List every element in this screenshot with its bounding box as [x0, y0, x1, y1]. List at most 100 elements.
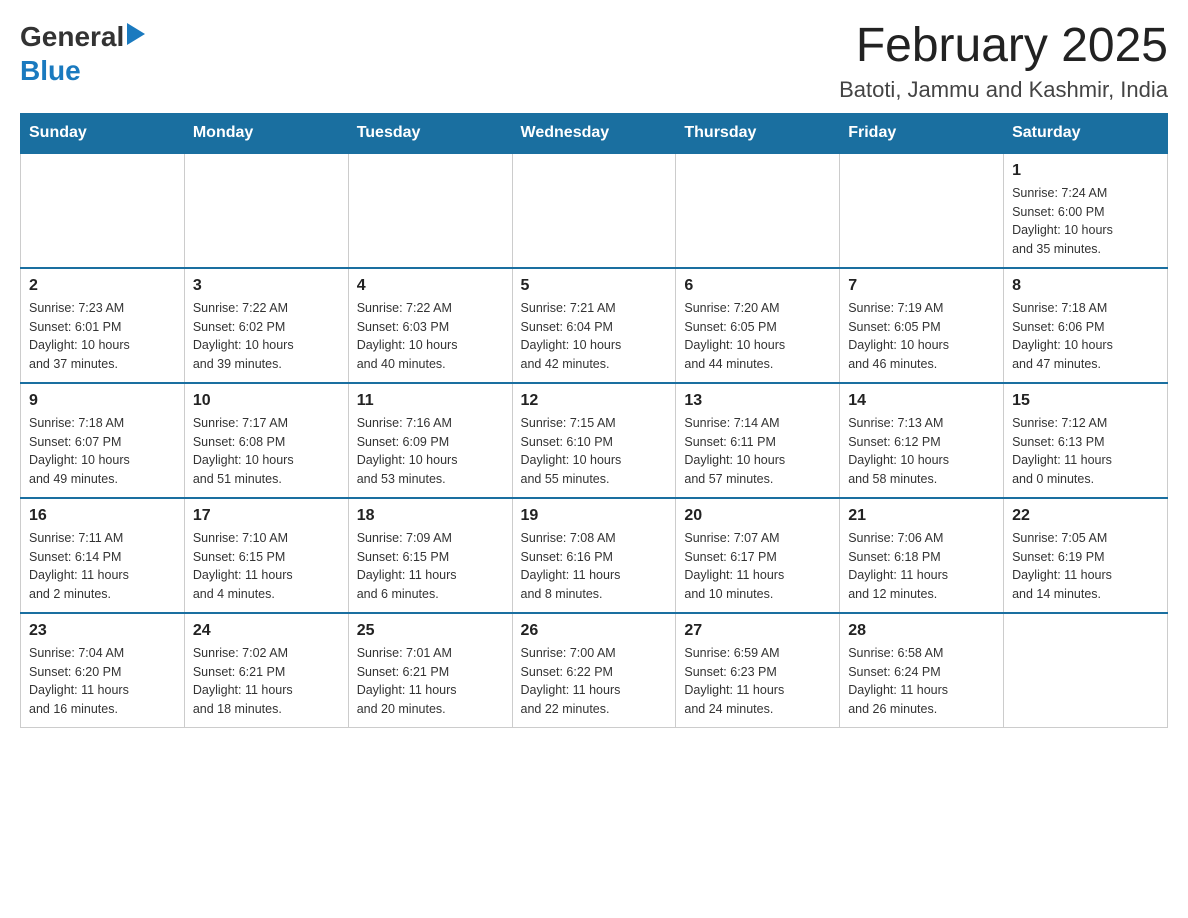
calendar-day-cell: 2 Sunrise: 7:23 AM Sunset: 6:01 PM Daylig…: [21, 268, 185, 383]
day-number: 20: [684, 507, 831, 525]
calendar-day-cell: 8Sunrise: 7:18 AM Sunset: 6:06 PM Daylig…: [1004, 268, 1168, 383]
day-info: Sunrise: 7:23 AM Sunset: 6:01 PM Dayligh…: [29, 299, 176, 374]
day-number: 11: [357, 392, 504, 410]
calendar-day-cell: 26 Sunrise: 7:00 AM Sunset: 6:22 PM Dayli…: [512, 613, 676, 728]
logo-blue-text: Blue: [20, 55, 81, 86]
day-info: Sunrise: 6:58 AM Sunset: 6:24 PM Dayligh…: [848, 644, 995, 719]
day-of-week-header: Tuesday: [348, 113, 512, 153]
day-info: Sunrise: 7:22 AM Sunset: 6:03 PM Dayligh…: [357, 299, 504, 374]
day-info: Sunrise: 7:24 AM Sunset: 6:00 PM Dayligh…: [1012, 184, 1159, 259]
calendar-week-row: 1 Sunrise: 7:24 AM Sunset: 6:00 PM Daylig…: [21, 153, 1168, 268]
day-number: 5: [521, 277, 668, 295]
calendar-week-row: 23Sunrise: 7:04 AM Sunset: 6:20 PM Dayli…: [21, 613, 1168, 728]
day-info: Sunrise: 7:05 AM Sunset: 6:19 PM Dayligh…: [1012, 529, 1159, 604]
day-number: 3: [193, 277, 340, 295]
calendar-day-cell: 4 Sunrise: 7:22 AM Sunset: 6:03 PM Daylig…: [348, 268, 512, 383]
calendar-day-cell: 9 Sunrise: 7:18 AM Sunset: 6:07 PM Daylig…: [21, 383, 185, 498]
day-number: 13: [684, 392, 831, 410]
calendar-day-cell: [21, 153, 185, 268]
day-number: 16: [29, 507, 176, 525]
day-info: Sunrise: 7:17 AM Sunset: 6:08 PM Dayligh…: [193, 414, 340, 489]
calendar-table: SundayMondayTuesdayWednesdayThursdayFrid…: [20, 113, 1168, 728]
calendar-day-cell: 19 Sunrise: 7:08 AM Sunset: 6:16 PM Dayli…: [512, 498, 676, 613]
day-number: 7: [848, 277, 995, 295]
calendar-day-cell: 6 Sunrise: 7:20 AM Sunset: 6:05 PM Daylig…: [676, 268, 840, 383]
day-info: Sunrise: 7:00 AM Sunset: 6:22 PM Dayligh…: [521, 644, 668, 719]
day-number: 27: [684, 622, 831, 640]
day-info: Sunrise: 7:12 AM Sunset: 6:13 PM Dayligh…: [1012, 414, 1159, 489]
calendar-day-cell: 15 Sunrise: 7:12 AM Sunset: 6:13 PM Dayli…: [1004, 383, 1168, 498]
day-number: 12: [521, 392, 668, 410]
day-info: Sunrise: 7:16 AM Sunset: 6:09 PM Dayligh…: [357, 414, 504, 489]
day-of-week-header: Wednesday: [512, 113, 676, 153]
day-info: Sunrise: 7:21 AM Sunset: 6:04 PM Dayligh…: [521, 299, 668, 374]
day-of-week-header: Monday: [184, 113, 348, 153]
day-number: 2: [29, 277, 176, 295]
day-number: 9: [29, 392, 176, 410]
calendar-day-cell: [676, 153, 840, 268]
calendar-day-cell: 21 Sunrise: 7:06 AM Sunset: 6:18 PM Dayli…: [840, 498, 1004, 613]
day-number: 15: [1012, 392, 1159, 410]
calendar-week-row: 16 Sunrise: 7:11 AM Sunset: 6:14 PM Dayli…: [21, 498, 1168, 613]
day-info: Sunrise: 7:22 AM Sunset: 6:02 PM Dayligh…: [193, 299, 340, 374]
day-number: 21: [848, 507, 995, 525]
day-number: 10: [193, 392, 340, 410]
page-header: General Blue February 2025 Batoti, Jammu…: [20, 20, 1168, 103]
day-of-week-header: Saturday: [1004, 113, 1168, 153]
day-info: Sunrise: 7:06 AM Sunset: 6:18 PM Dayligh…: [848, 529, 995, 604]
calendar-day-cell: 3 Sunrise: 7:22 AM Sunset: 6:02 PM Daylig…: [184, 268, 348, 383]
day-info: Sunrise: 7:10 AM Sunset: 6:15 PM Dayligh…: [193, 529, 340, 604]
calendar-header-row: SundayMondayTuesdayWednesdayThursdayFrid…: [21, 113, 1168, 153]
day-info: Sunrise: 6:59 AM Sunset: 6:23 PM Dayligh…: [684, 644, 831, 719]
day-number: 18: [357, 507, 504, 525]
calendar-day-cell: 22 Sunrise: 7:05 AM Sunset: 6:19 PM Dayli…: [1004, 498, 1168, 613]
day-info: Sunrise: 7:07 AM Sunset: 6:17 PM Dayligh…: [684, 529, 831, 604]
day-number: 4: [357, 277, 504, 295]
day-number: 14: [848, 392, 995, 410]
calendar-day-cell: [184, 153, 348, 268]
calendar-day-cell: 14 Sunrise: 7:13 AM Sunset: 6:12 PM Dayli…: [840, 383, 1004, 498]
title-area: February 2025 Batoti, Jammu and Kashmir,…: [839, 20, 1168, 103]
calendar-day-cell: 20 Sunrise: 7:07 AM Sunset: 6:17 PM Dayli…: [676, 498, 840, 613]
calendar-day-cell: 13Sunrise: 7:14 AM Sunset: 6:11 PM Dayli…: [676, 383, 840, 498]
day-number: 26: [521, 622, 668, 640]
day-number: 8: [1012, 277, 1159, 295]
day-info: Sunrise: 7:01 AM Sunset: 6:21 PM Dayligh…: [357, 644, 504, 719]
logo: General Blue: [20, 20, 145, 87]
day-number: 28: [848, 622, 995, 640]
calendar-day-cell: 11 Sunrise: 7:16 AM Sunset: 6:09 PM Dayli…: [348, 383, 512, 498]
calendar-day-cell: 27 Sunrise: 6:59 AM Sunset: 6:23 PM Dayli…: [676, 613, 840, 728]
calendar-week-row: 2 Sunrise: 7:23 AM Sunset: 6:01 PM Daylig…: [21, 268, 1168, 383]
calendar-day-cell: 16 Sunrise: 7:11 AM Sunset: 6:14 PM Dayli…: [21, 498, 185, 613]
calendar-day-cell: 18 Sunrise: 7:09 AM Sunset: 6:15 PM Dayli…: [348, 498, 512, 613]
logo-general-text: General: [20, 20, 124, 54]
calendar-day-cell: 17Sunrise: 7:10 AM Sunset: 6:15 PM Dayli…: [184, 498, 348, 613]
logo-arrow-icon: [127, 23, 145, 50]
day-of-week-header: Thursday: [676, 113, 840, 153]
day-info: Sunrise: 7:11 AM Sunset: 6:14 PM Dayligh…: [29, 529, 176, 604]
day-info: Sunrise: 7:13 AM Sunset: 6:12 PM Dayligh…: [848, 414, 995, 489]
day-number: 24: [193, 622, 340, 640]
calendar-day-cell: 23Sunrise: 7:04 AM Sunset: 6:20 PM Dayli…: [21, 613, 185, 728]
day-number: 23: [29, 622, 176, 640]
calendar-day-cell: 10 Sunrise: 7:17 AM Sunset: 6:08 PM Dayli…: [184, 383, 348, 498]
day-number: 19: [521, 507, 668, 525]
calendar-subtitle: Batoti, Jammu and Kashmir, India: [839, 77, 1168, 103]
calendar-day-cell: [348, 153, 512, 268]
day-info: Sunrise: 7:20 AM Sunset: 6:05 PM Dayligh…: [684, 299, 831, 374]
day-info: Sunrise: 7:08 AM Sunset: 6:16 PM Dayligh…: [521, 529, 668, 604]
day-info: Sunrise: 7:18 AM Sunset: 6:07 PM Dayligh…: [29, 414, 176, 489]
calendar-day-cell: 5 Sunrise: 7:21 AM Sunset: 6:04 PM Daylig…: [512, 268, 676, 383]
day-number: 22: [1012, 507, 1159, 525]
calendar-day-cell: 24 Sunrise: 7:02 AM Sunset: 6:21 PM Dayli…: [184, 613, 348, 728]
day-number: 25: [357, 622, 504, 640]
calendar-day-cell: [512, 153, 676, 268]
day-info: Sunrise: 7:02 AM Sunset: 6:21 PM Dayligh…: [193, 644, 340, 719]
day-number: 1: [1012, 162, 1159, 180]
day-info: Sunrise: 7:09 AM Sunset: 6:15 PM Dayligh…: [357, 529, 504, 604]
day-of-week-header: Friday: [840, 113, 1004, 153]
calendar-day-cell: 1 Sunrise: 7:24 AM Sunset: 6:00 PM Daylig…: [1004, 153, 1168, 268]
calendar-day-cell: [1004, 613, 1168, 728]
day-number: 6: [684, 277, 831, 295]
day-info: Sunrise: 7:15 AM Sunset: 6:10 PM Dayligh…: [521, 414, 668, 489]
